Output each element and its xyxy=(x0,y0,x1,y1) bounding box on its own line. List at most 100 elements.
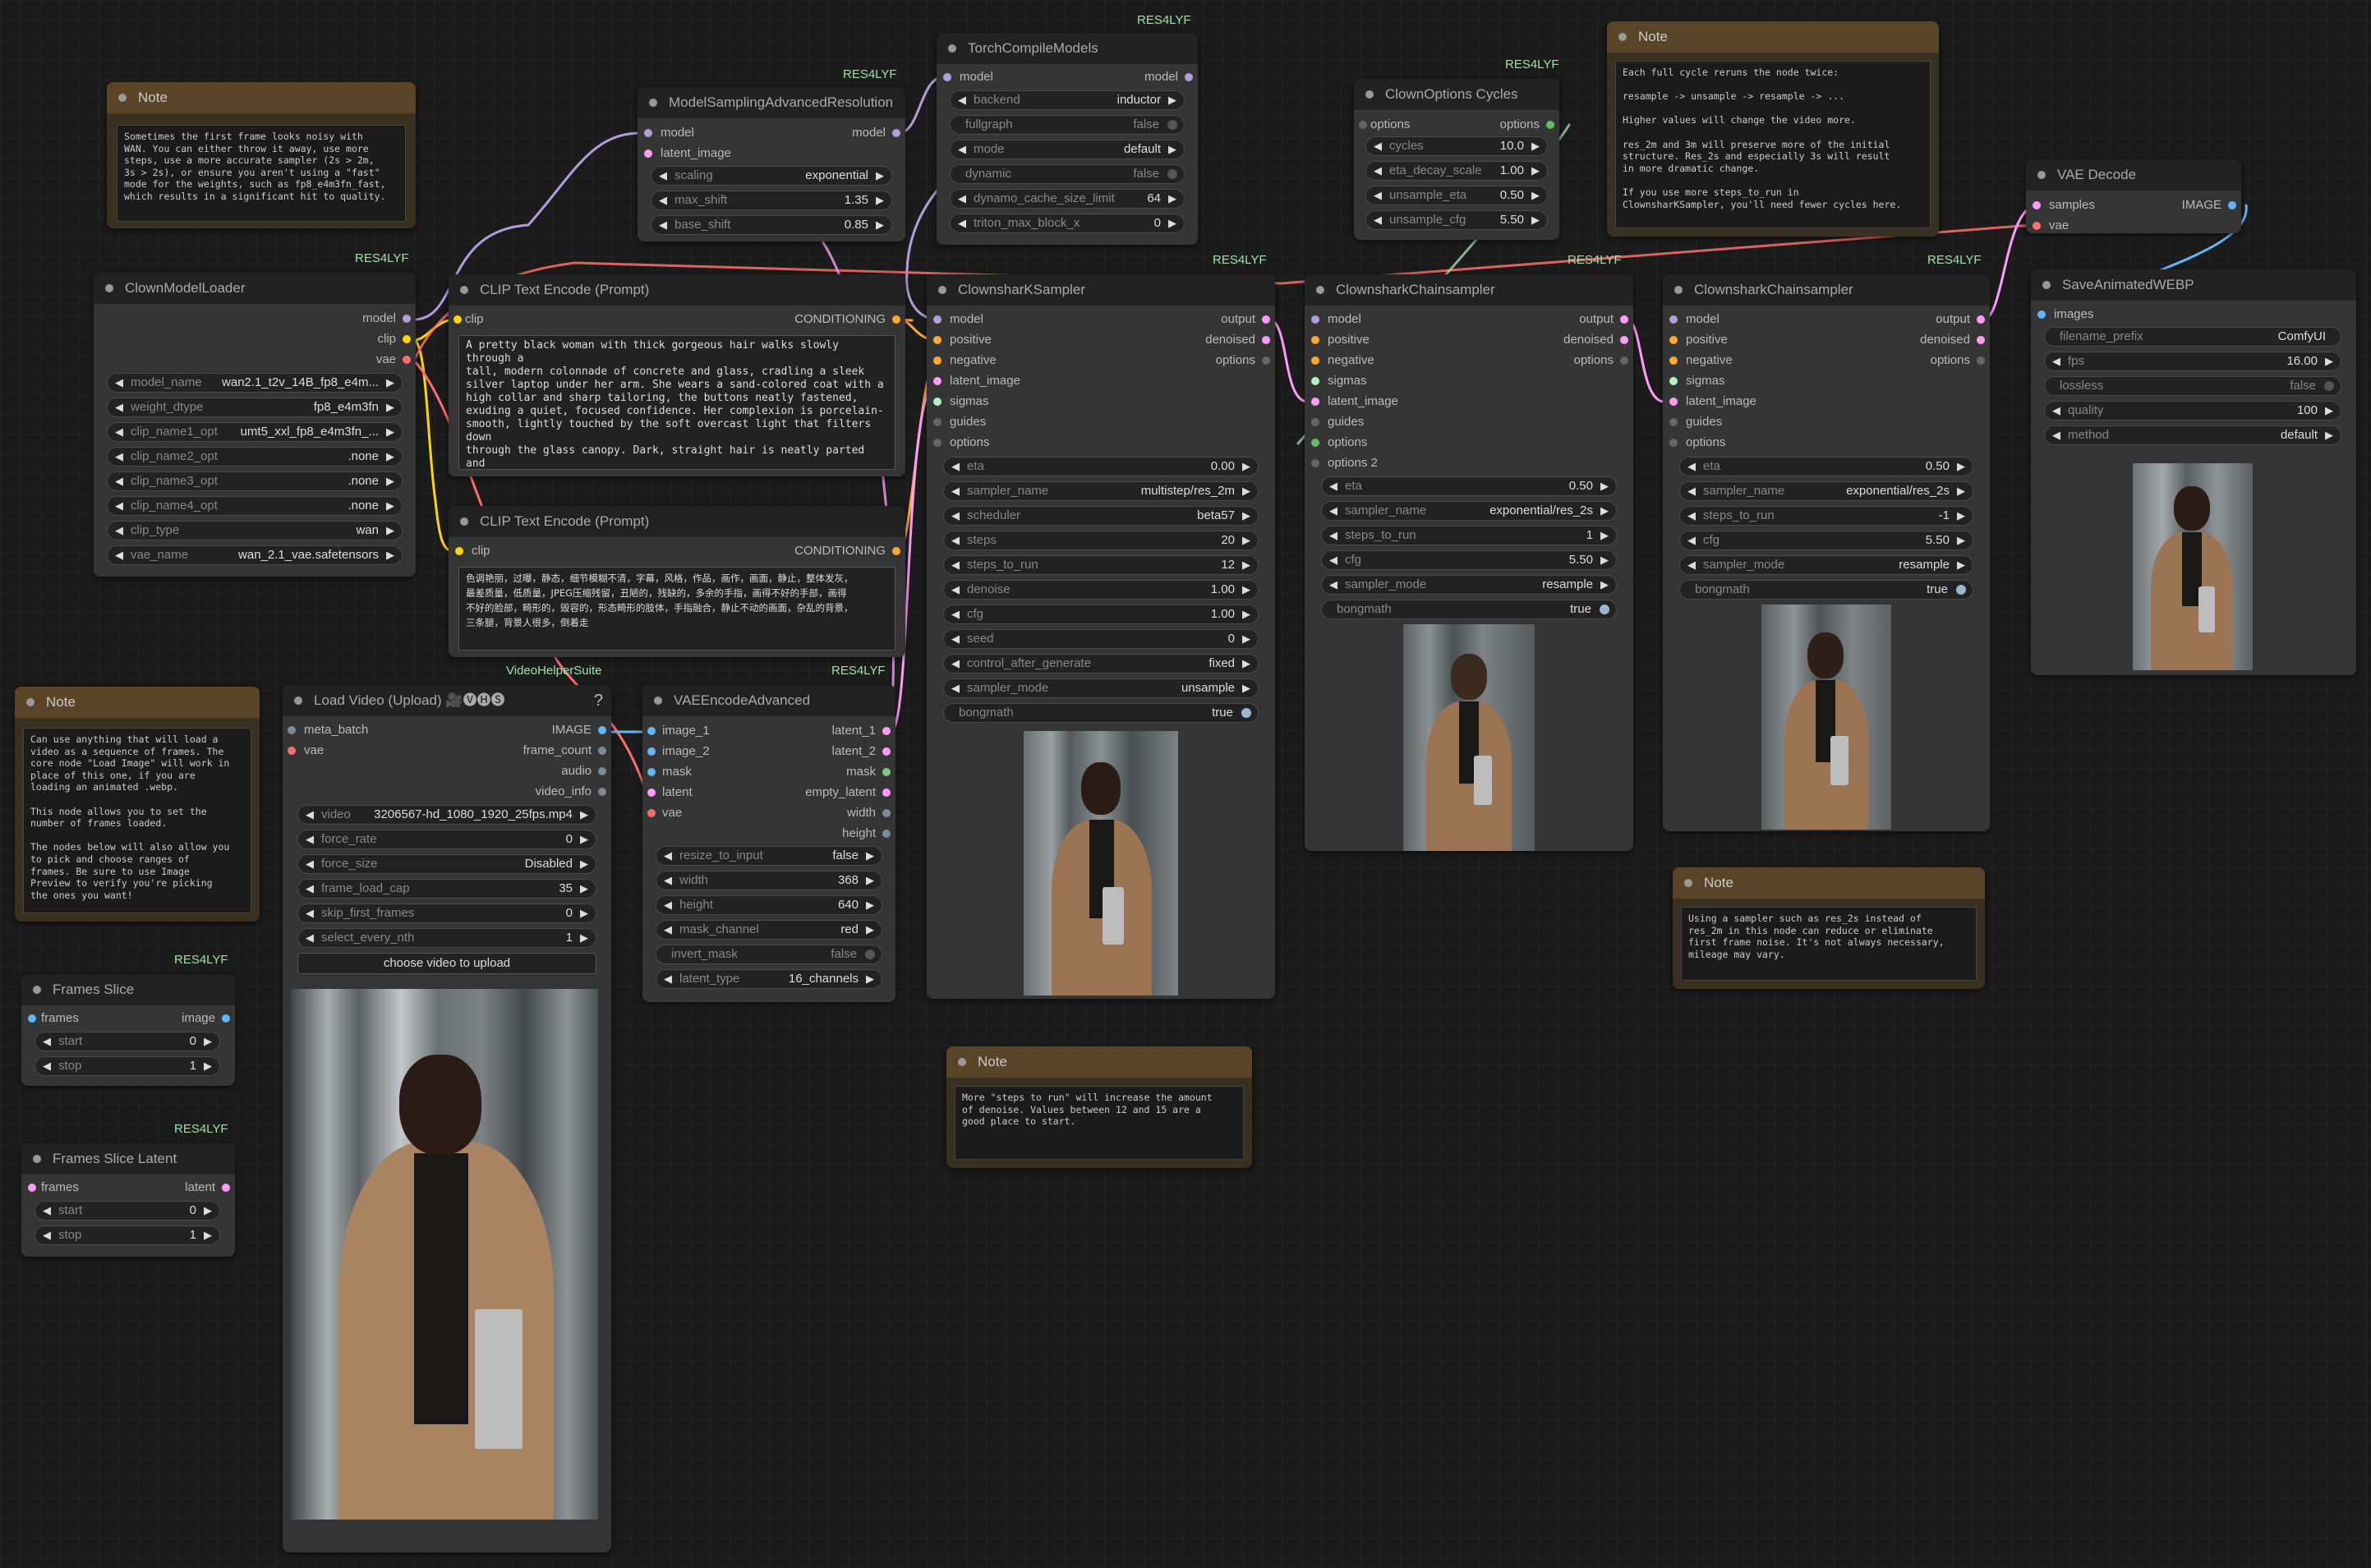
node-clownshark-chainsampler-2[interactable]: ClownsharkChainsampler model positive ne… xyxy=(1663,274,1990,831)
output-dot[interactable] xyxy=(882,809,891,817)
widget-sampler-name[interactable]: ◀ sampler_name exponential/res_2s ▶ xyxy=(1679,481,1973,501)
output-dot[interactable] xyxy=(598,788,606,796)
widget-select-every-nth[interactable]: ◀ select_every_nth 1 ▶ xyxy=(297,928,596,948)
output-dot[interactable] xyxy=(1262,315,1270,324)
output-dot[interactable] xyxy=(598,747,606,755)
node-frames-slice[interactable]: Frames Slice frames image ◀ start 0 ▶ ◀ stop… xyxy=(21,974,235,1086)
widget-steps[interactable]: ◀ steps 20 ▶ xyxy=(943,531,1259,550)
note-text[interactable]: More "steps to run" will increase the am… xyxy=(955,1086,1244,1160)
increment-arrow-icon[interactable]: ▶ xyxy=(2325,402,2333,420)
widget-sampler-mode[interactable]: ◀ sampler_mode resample ▶ xyxy=(1321,575,1617,595)
decrement-arrow-icon[interactable]: ◀ xyxy=(306,830,314,848)
increment-arrow-icon[interactable]: ▶ xyxy=(1168,190,1176,208)
input-dot[interactable] xyxy=(933,377,941,385)
collapse-dot-icon[interactable] xyxy=(460,517,468,526)
increment-arrow-icon[interactable]: ▶ xyxy=(1242,556,1250,574)
decrement-arrow-icon[interactable]: ◀ xyxy=(43,1202,51,1220)
increment-arrow-icon[interactable]: ▶ xyxy=(866,896,874,914)
output-options[interactable]: options xyxy=(1216,354,1270,367)
help-icon[interactable]: ? xyxy=(594,685,603,716)
input-frames[interactable]: frames xyxy=(28,1181,79,1194)
input-dot[interactable] xyxy=(1669,315,1678,324)
output-frame-count[interactable]: frame_count xyxy=(523,744,606,757)
input-sigmas[interactable]: sigmas xyxy=(1311,375,1367,388)
decrement-arrow-icon[interactable]: ◀ xyxy=(306,929,314,947)
node-clip-text-encode-negative[interactable]: CLIP Text Encode (Prompt) clip CONDITION… xyxy=(449,506,905,657)
collapse-dot-icon[interactable] xyxy=(33,986,41,994)
input-dot[interactable] xyxy=(647,727,656,735)
output-dot[interactable] xyxy=(1620,336,1628,344)
widget-steps-to-run[interactable]: ◀ steps_to_run 12 ▶ xyxy=(943,555,1259,575)
output-dot[interactable] xyxy=(882,727,891,735)
increment-arrow-icon[interactable]: ▶ xyxy=(1957,531,1965,549)
decrement-arrow-icon[interactable]: ◀ xyxy=(2052,426,2060,444)
input-latent-image[interactable]: latent_image xyxy=(1311,395,1398,408)
input-negative[interactable]: negative xyxy=(933,354,997,367)
output-dot[interactable] xyxy=(882,830,891,838)
increment-arrow-icon[interactable]: ▶ xyxy=(1168,214,1176,232)
collapse-dot-icon[interactable] xyxy=(1684,879,1692,887)
input-dot[interactable] xyxy=(933,336,941,344)
choose-video-button[interactable]: choose video to upload xyxy=(297,953,596,974)
output-dot[interactable] xyxy=(882,789,891,797)
decrement-arrow-icon[interactable]: ◀ xyxy=(43,1032,51,1051)
input-options-2[interactable]: options 2 xyxy=(1311,457,1378,470)
input-latent-image[interactable]: latent_image xyxy=(933,375,1020,388)
widget-clip-name3[interactable]: ◀ clip_name3_opt .none ▶ xyxy=(107,471,403,491)
input-dot[interactable] xyxy=(28,1014,36,1023)
decrement-arrow-icon[interactable]: ◀ xyxy=(659,167,667,185)
input-dot[interactable] xyxy=(1669,398,1678,406)
output-output[interactable]: output xyxy=(1579,313,1628,326)
input-dot[interactable] xyxy=(933,418,941,426)
decrement-arrow-icon[interactable]: ◀ xyxy=(306,880,314,898)
widget-mode[interactable]: ◀ mode default ▶ xyxy=(950,140,1185,159)
increment-arrow-icon[interactable]: ▶ xyxy=(1168,91,1176,109)
increment-arrow-icon[interactable]: ▶ xyxy=(1242,531,1250,549)
increment-arrow-icon[interactable]: ▶ xyxy=(1600,551,1609,569)
decrement-arrow-icon[interactable]: ◀ xyxy=(958,91,966,109)
widget-quality[interactable]: ◀ quality 100 ▶ xyxy=(2044,401,2341,421)
decrement-arrow-icon[interactable]: ◀ xyxy=(664,871,672,890)
output-dot[interactable] xyxy=(403,315,411,323)
widget-base-shift[interactable]: ◀ base_shift 0.85 ▶ xyxy=(651,215,892,235)
output-mask[interactable]: mask xyxy=(846,766,891,779)
toggle-invert-mask[interactable]: invert_mask false xyxy=(656,945,882,964)
decrement-arrow-icon[interactable]: ◀ xyxy=(1687,556,1696,574)
decrement-arrow-icon[interactable]: ◀ xyxy=(951,655,960,673)
decrement-arrow-icon[interactable]: ◀ xyxy=(115,522,123,540)
widget-max-shift[interactable]: ◀ max_shift 1.35 ▶ xyxy=(651,191,892,210)
note-text[interactable]: Each full cycle reruns the node twice: r… xyxy=(1615,61,1931,228)
output-denoised[interactable]: denoised xyxy=(1920,333,1985,347)
increment-arrow-icon[interactable]: ▶ xyxy=(876,216,884,234)
output-model[interactable]: model xyxy=(362,312,411,325)
input-dot[interactable] xyxy=(1669,377,1678,385)
increment-arrow-icon[interactable]: ▶ xyxy=(386,374,394,392)
decrement-arrow-icon[interactable]: ◀ xyxy=(115,497,123,515)
input-dot[interactable] xyxy=(644,129,652,137)
output-dot[interactable] xyxy=(403,356,411,364)
increment-arrow-icon[interactable]: ▶ xyxy=(386,448,394,466)
output-denoised[interactable]: denoised xyxy=(1205,333,1270,347)
decrement-arrow-icon[interactable]: ◀ xyxy=(664,847,672,865)
note-cycles[interactable]: Note Each full cycle reruns the node twi… xyxy=(1607,21,1939,237)
widget-model-name[interactable]: ◀ model_name wan2.1_t2v_14B_fp8_e4m... ▶ xyxy=(107,373,403,393)
output-empty-latent[interactable]: empty_latent xyxy=(805,786,891,799)
input-positive[interactable]: positive xyxy=(1669,333,1728,347)
output-image[interactable]: IMAGE xyxy=(552,724,606,737)
output-options[interactable]: options xyxy=(1931,354,1985,367)
increment-arrow-icon[interactable]: ▶ xyxy=(1600,526,1609,545)
increment-arrow-icon[interactable]: ▶ xyxy=(1242,630,1250,648)
input-vae[interactable]: vae xyxy=(288,744,324,757)
output-height[interactable]: height xyxy=(842,827,891,840)
decrement-arrow-icon[interactable]: ◀ xyxy=(951,531,960,549)
input-positive[interactable]: positive xyxy=(933,333,992,347)
increment-arrow-icon[interactable]: ▶ xyxy=(866,871,874,890)
output-dot[interactable] xyxy=(1977,315,1985,324)
toggle-knob-icon[interactable] xyxy=(1167,169,1177,179)
node-save-animated-webp[interactable]: SaveAnimatedWEBP images filename_prefix C… xyxy=(2031,269,2356,675)
output-options[interactable]: options xyxy=(1500,118,1554,131)
widget-eta[interactable]: ◀ eta 0.50 ▶ xyxy=(1321,476,1617,496)
output-dot[interactable] xyxy=(882,768,891,776)
decrement-arrow-icon[interactable]: ◀ xyxy=(1374,186,1382,205)
node-load-video-upload[interactable]: Load Video (Upload) 🎥🅥🅗🅢? meta_batch vae… xyxy=(283,685,611,1552)
